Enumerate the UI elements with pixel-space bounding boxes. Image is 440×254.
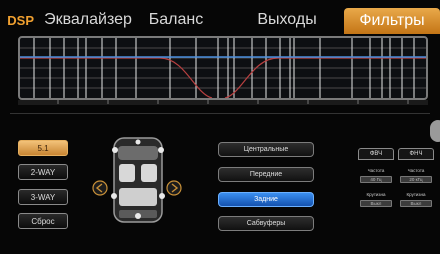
top-tab-bar: DSP Эквалайзер Баланс Выходы Фильтры — [0, 0, 440, 34]
mode-3-way-button[interactable]: 3-WAY — [18, 189, 68, 205]
side-pull-handle[interactable] — [430, 120, 440, 142]
lpf-frequency-label: Частота — [407, 168, 425, 173]
filter-response-svg — [20, 38, 426, 98]
lpf-frequency-value[interactable]: 20 кГц — [400, 176, 432, 183]
filter-response-graph — [18, 36, 428, 100]
graph-scale-bar — [18, 100, 428, 110]
dsp-filters-screen: DSP Эквалайзер Баланс Выходы Фильтры 5.1… — [0, 0, 440, 254]
tab-equalizer[interactable]: Эквалайзер — [38, 6, 138, 34]
center-speaker-icon — [135, 139, 141, 145]
channel-front-button[interactable]: Передние — [218, 167, 314, 182]
hpf-frequency-value[interactable]: 40 Гц — [360, 176, 392, 183]
lpf-slope-label: Крутизна — [406, 192, 426, 197]
section-divider — [10, 113, 430, 114]
subwoofer-icon — [135, 213, 141, 219]
channel-center-button[interactable]: Центральные — [218, 142, 314, 157]
speaker-left-arrow-icon[interactable] — [92, 180, 108, 196]
hpf-tab[interactable]: ФВЧ — [358, 148, 394, 160]
hpf-frequency-label: Частота — [367, 168, 385, 173]
tab-filters[interactable]: Фильтры — [344, 8, 440, 34]
rear-left-speaker-icon — [111, 193, 117, 199]
mode-5-1-button[interactable]: 5.1 — [18, 140, 68, 156]
front-left-speaker-icon — [112, 147, 118, 153]
reset-button[interactable]: Сброс — [18, 213, 68, 229]
hpf-slope-label: Крутизна — [366, 192, 386, 197]
mode-2-way-button[interactable]: 2-WAY — [18, 164, 68, 180]
speaker-right-arrow-icon[interactable] — [166, 180, 182, 196]
lpf-slope-value[interactable]: Выкл — [400, 200, 432, 207]
hpf-slope-value[interactable]: Выкл — [360, 200, 392, 207]
rear-right-speaker-icon — [159, 193, 165, 199]
lpf-tab[interactable]: ФНЧ — [398, 148, 434, 160]
filter-settings-panel: ФВЧ ФНЧ Частота Частота 40 Гц 20 кГц Кру… — [356, 148, 436, 218]
channel-rear-button[interactable]: Задние — [218, 192, 314, 207]
channel-subwoofer-button[interactable]: Сабвуферы — [218, 216, 314, 231]
tab-balance[interactable]: Баланс — [138, 6, 214, 34]
tab-dsp[interactable]: DSP — [0, 6, 38, 34]
tab-outputs[interactable]: Выходы — [214, 6, 360, 34]
front-right-speaker-icon — [158, 147, 164, 153]
